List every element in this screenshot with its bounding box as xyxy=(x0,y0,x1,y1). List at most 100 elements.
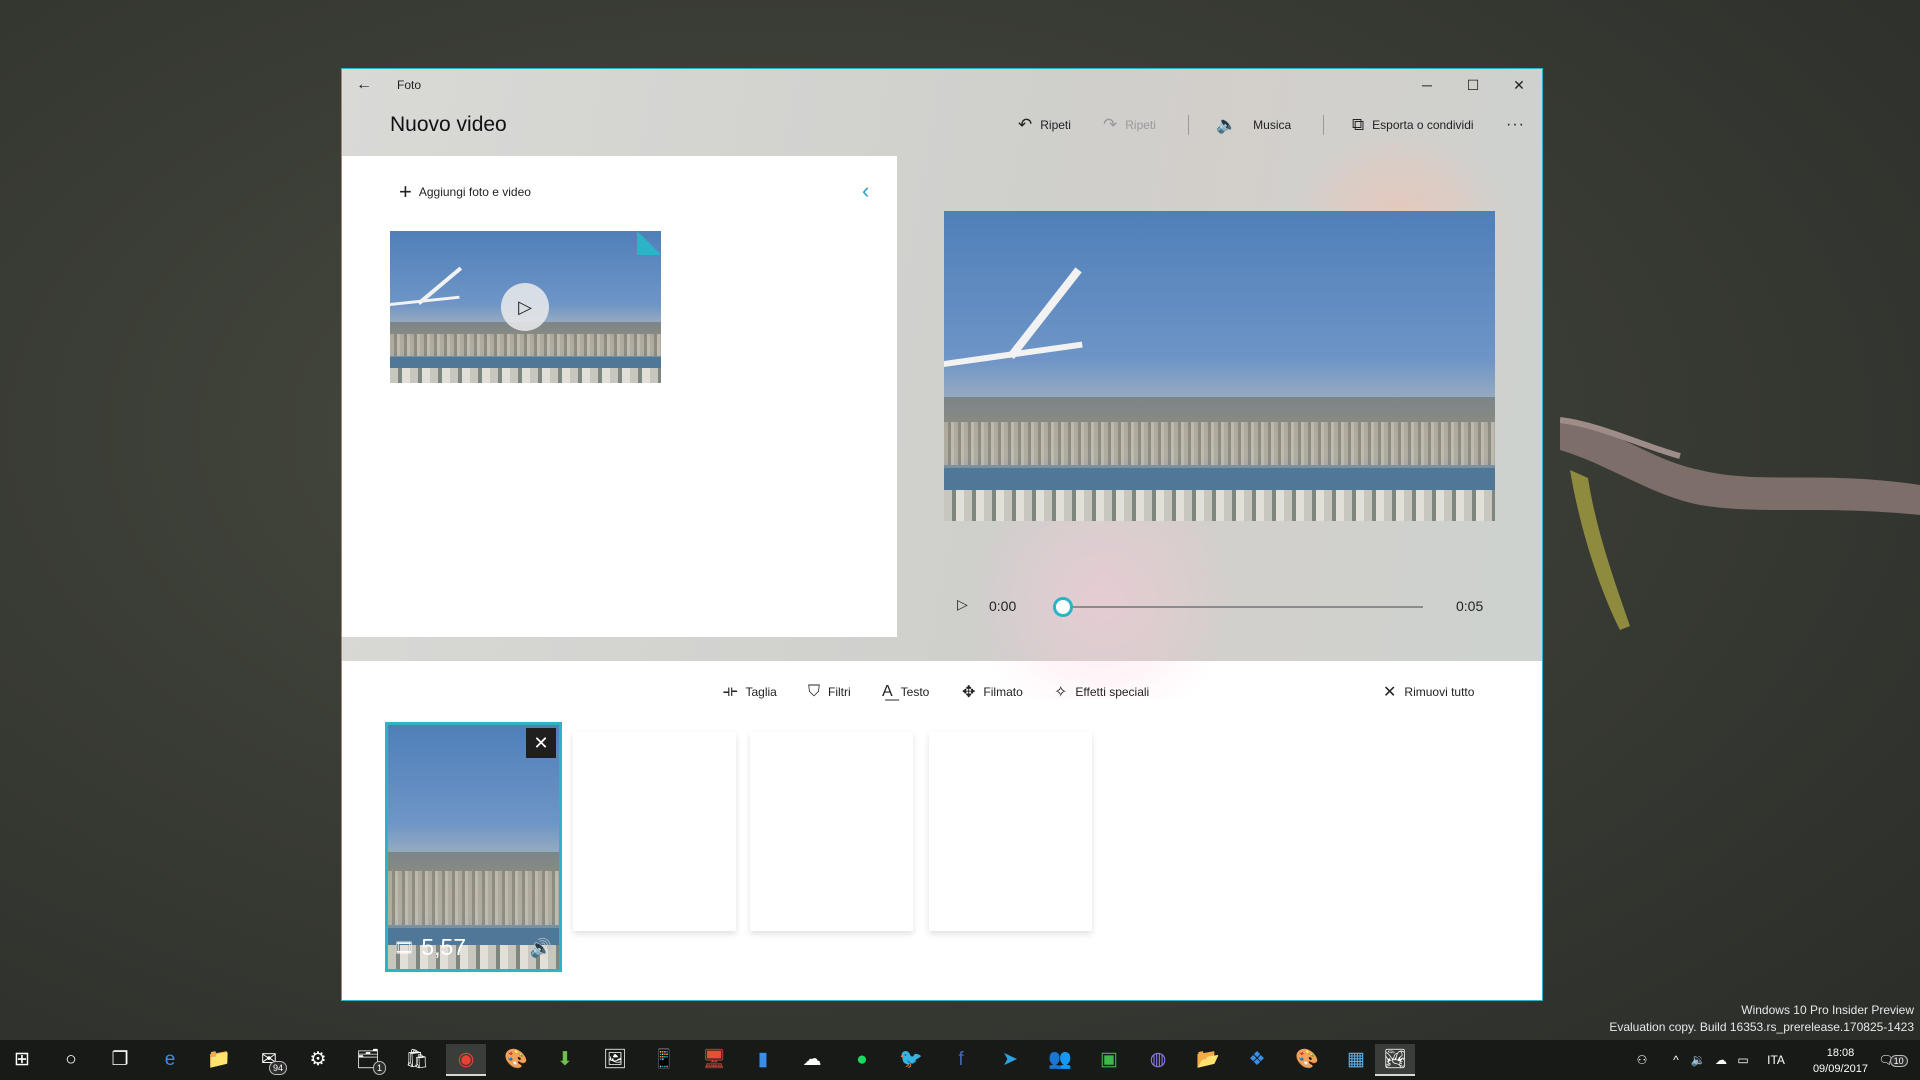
chat-icon[interactable]: ◍ xyxy=(1138,1044,1178,1076)
download-icon[interactable]: ⬇ xyxy=(545,1044,585,1076)
message-icon[interactable]: ▣ xyxy=(1089,1044,1129,1076)
network-icon[interactable]: ▭ xyxy=(1733,1040,1753,1080)
effects-icon: ✧ xyxy=(1054,684,1068,701)
gallery-icon[interactable]: 🖼 xyxy=(595,1044,635,1076)
action-center-icon[interactable]: 🗨10 xyxy=(1876,1040,1910,1080)
people-tray-icon[interactable]: ⚇ xyxy=(1630,1040,1654,1080)
spotify-icon[interactable]: ● xyxy=(842,1044,882,1076)
mail-badge: 94 xyxy=(268,1061,287,1075)
total-time: 0:05 xyxy=(1456,598,1484,614)
text-label: Testo xyxy=(900,685,930,699)
app-icon[interactable]: ▮ xyxy=(743,1044,783,1076)
card-duration: 🎞 5,57 xyxy=(394,934,466,961)
remove-all-label: Rimuovi tutto xyxy=(1404,685,1475,699)
store-icon[interactable]: 🛍 xyxy=(397,1044,437,1076)
photos-app-icon[interactable]: 🏞 xyxy=(1375,1044,1415,1076)
export-share-button[interactable]: ⧉ Esporta o condividi xyxy=(1352,113,1474,137)
undo-icon: ↶ xyxy=(1018,115,1033,134)
plus-icon: + xyxy=(399,179,412,204)
storyboard-card-empty[interactable] xyxy=(929,732,1092,931)
notifications-badge: 10 xyxy=(1889,1055,1908,1067)
app-title: Foto xyxy=(397,78,422,92)
photos-app-window: ← Foto ─ ☐ ✕ Nuovo video ↶ Ripeti ↷ Ripe… xyxy=(341,68,1543,1001)
dropbox-icon[interactable]: ❖ xyxy=(1237,1044,1277,1076)
filters-button[interactable]: ⛉ Filtri xyxy=(808,681,851,703)
page-title: Nuovo video xyxy=(390,113,507,136)
taskbar: ⊞ ○ ❐ e 📁 ✉ 94 ⚙ 🗂 1 🛍 ◉ 🎨 ⬇ 🖼 📱 🖥 ▮ ☁ ● 🐦… xyxy=(0,1040,1920,1080)
start-windows-icon[interactable]: ⊞ xyxy=(2,1044,42,1076)
play-icon[interactable]: ▷ xyxy=(501,283,549,331)
close-button[interactable]: ✕ xyxy=(1496,69,1542,101)
filters-label: Filtri xyxy=(828,685,851,699)
trim-label: Taglia xyxy=(745,685,777,699)
paint-icon[interactable]: 🎨 xyxy=(496,1044,536,1076)
watermark-edition: Windows 10 Pro Insider Preview xyxy=(1741,1003,1914,1017)
add-media-button[interactable]: + Aggiungi foto e video xyxy=(399,179,531,204)
telegram-icon[interactable]: ➤ xyxy=(990,1044,1030,1076)
play-button[interactable]: ▷ xyxy=(957,596,968,613)
settings-gear-icon[interactable]: ⚙ xyxy=(298,1044,338,1076)
seek-bar[interactable] xyxy=(1062,606,1423,608)
undo-button[interactable]: ↶ Ripeti xyxy=(1018,113,1071,137)
chrome-icon[interactable]: ◉ xyxy=(446,1044,486,1076)
storyboard-card-image xyxy=(388,725,559,969)
desktop-branch-decoration xyxy=(1560,417,1920,630)
phone-icon[interactable]: 📱 xyxy=(644,1044,684,1076)
export-share-icon: ⧉ xyxy=(1352,115,1365,134)
windows-watermark: Windows 10 Pro Insider Preview Evaluatio… xyxy=(1609,1002,1914,1036)
effects-button[interactable]: ✧ Effetti speciali xyxy=(1054,681,1149,703)
seek-thumb[interactable] xyxy=(1053,597,1073,617)
storyboard-card-selected[interactable]: ✕ 🎞 5,57 🔊 xyxy=(385,722,562,972)
more-options-button[interactable]: ··· xyxy=(1506,113,1525,137)
explorer-window-icon[interactable]: 🗂 1 xyxy=(348,1044,388,1076)
file-explorer-icon[interactable]: 📁 xyxy=(199,1044,239,1076)
storyboard-card-empty[interactable] xyxy=(750,732,913,931)
video-preview xyxy=(944,211,1495,521)
music-button[interactable]: 🔈 Musica xyxy=(1216,113,1291,137)
library-video-thumbnail[interactable]: ▷ xyxy=(390,231,661,383)
minimize-button[interactable]: ─ xyxy=(1404,69,1450,101)
chevron-left-icon[interactable]: ‹ xyxy=(862,178,869,204)
trim-icon: ⟛ xyxy=(723,683,738,700)
onedrive-cloud-icon[interactable]: ☁ xyxy=(792,1044,832,1076)
trim-button[interactable]: ⟛ Taglia xyxy=(723,681,777,703)
undo-label: Ripeti xyxy=(1040,118,1071,132)
edge-browser-icon[interactable]: e xyxy=(150,1044,190,1076)
facebook-icon[interactable]: f xyxy=(941,1044,981,1076)
remote-desktop-icon[interactable]: 🖥 xyxy=(694,1044,734,1076)
remove-all-button[interactable]: ✕ Rimuovi tutto xyxy=(1383,681,1474,703)
clock[interactable]: 18:08 09/09/2017 xyxy=(1813,1045,1868,1077)
onedrive-tray-icon[interactable]: ☁ xyxy=(1710,1040,1732,1080)
explorer-badge: 1 xyxy=(372,1061,386,1075)
language-indicator[interactable]: ITA xyxy=(1760,1040,1792,1080)
command-separator xyxy=(1323,115,1324,135)
volume-icon[interactable]: 🔊 xyxy=(530,938,552,959)
weather-icon[interactable]: ▦ xyxy=(1336,1044,1376,1076)
selected-corner-marker xyxy=(637,231,661,255)
watermark-build: Evaluation copy. Build 16353.rs_prerelea… xyxy=(1609,1020,1914,1034)
add-media-label: Aggiungi foto e video xyxy=(418,185,531,199)
folder-icon[interactable]: 📂 xyxy=(1188,1044,1228,1076)
twitter-icon[interactable]: 🐦 xyxy=(891,1044,931,1076)
motion-button[interactable]: ✥ Filmato xyxy=(962,681,1023,703)
music-label: Musica xyxy=(1253,118,1292,132)
effects-label: Effetti speciali xyxy=(1075,685,1150,699)
redo-label: Ripeti xyxy=(1125,118,1156,132)
back-arrow-icon[interactable]: ← xyxy=(352,75,376,95)
cortana-search-icon[interactable]: ○ xyxy=(51,1044,91,1076)
task-view-icon[interactable]: ❐ xyxy=(100,1044,140,1076)
mail-icon[interactable]: ✉ 94 xyxy=(249,1044,289,1076)
people-icon[interactable]: 👥 xyxy=(1040,1044,1080,1076)
current-time: 0:00 xyxy=(989,598,1017,614)
motion-icon: ✥ xyxy=(962,684,976,701)
storyboard-card-empty[interactable] xyxy=(573,732,736,931)
volume-tray-icon[interactable]: 🔉 xyxy=(1688,1040,1708,1080)
text-button[interactable]: A͟ Testo xyxy=(882,681,929,703)
redo-button[interactable]: ↷ Ripeti xyxy=(1103,113,1156,137)
maximize-button[interactable]: ☐ xyxy=(1450,69,1496,101)
clock-date: 09/09/2017 xyxy=(1812,1063,1868,1075)
paint-3d-icon[interactable]: 🎨 xyxy=(1287,1044,1327,1076)
card-duration-value: 5,57 xyxy=(421,934,467,960)
remove-card-close-icon[interactable]: ✕ xyxy=(526,728,556,758)
chevron-up-icon[interactable]: ^ xyxy=(1666,1040,1686,1080)
